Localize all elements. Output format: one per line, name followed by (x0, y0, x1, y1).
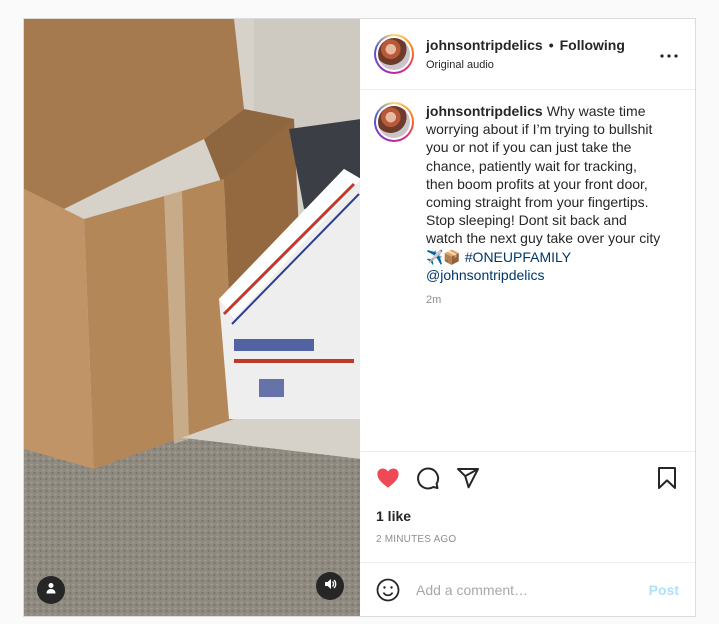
post-timestamp[interactable]: 2 MINUTES AGO (376, 534, 679, 545)
audio-toggle-button[interactable] (316, 572, 344, 600)
audio-link[interactable]: Original audio (426, 59, 657, 71)
add-comment-bar: Post (360, 562, 695, 616)
caption: johnsontripdelics Why waste time worrying… (374, 102, 681, 309)
post-card: johnsontripdelics • Following Original a… (23, 18, 696, 617)
post-video[interactable] (24, 19, 360, 616)
action-bar (376, 452, 679, 504)
caption-username[interactable]: johnsontripdelics (426, 103, 543, 119)
caption-time[interactable]: 2m (426, 291, 666, 309)
bookmark-icon[interactable] (655, 466, 679, 490)
post-header: johnsontripdelics • Following Original a… (360, 19, 695, 90)
post-comment-button[interactable]: Post (649, 582, 679, 598)
speaker-icon (323, 577, 337, 596)
comment-input[interactable] (416, 581, 649, 598)
video-frame (24, 19, 360, 616)
action-section: 1 like 2 MINUTES AGO (360, 451, 695, 562)
avatar[interactable] (374, 34, 414, 74)
emoji-icon[interactable] (376, 578, 400, 602)
separator-dot: • (548, 37, 554, 53)
following-button[interactable]: Following (560, 37, 625, 53)
caption-text: Why waste time worrying about if I’m try… (426, 103, 661, 265)
hashtag-link[interactable]: #ONEUPFAMILY (465, 249, 571, 265)
post-sidebar: johnsontripdelics • Following Original a… (360, 19, 695, 616)
more-options-button[interactable] (657, 42, 681, 66)
more-options-icon (660, 45, 678, 63)
user-tag-button[interactable] (37, 576, 65, 604)
caption-avatar[interactable] (374, 102, 414, 142)
share-icon[interactable] (456, 466, 480, 490)
user-icon (45, 581, 57, 599)
mention-link[interactable]: @johnsontripdelics (426, 267, 545, 283)
comments-section: johnsontripdelics Why waste time worrying… (360, 90, 695, 451)
heart-icon[interactable] (376, 466, 400, 490)
username-link[interactable]: johnsontripdelics (426, 37, 543, 53)
comment-icon[interactable] (416, 466, 440, 490)
likes-count[interactable]: 1 like (376, 508, 679, 524)
